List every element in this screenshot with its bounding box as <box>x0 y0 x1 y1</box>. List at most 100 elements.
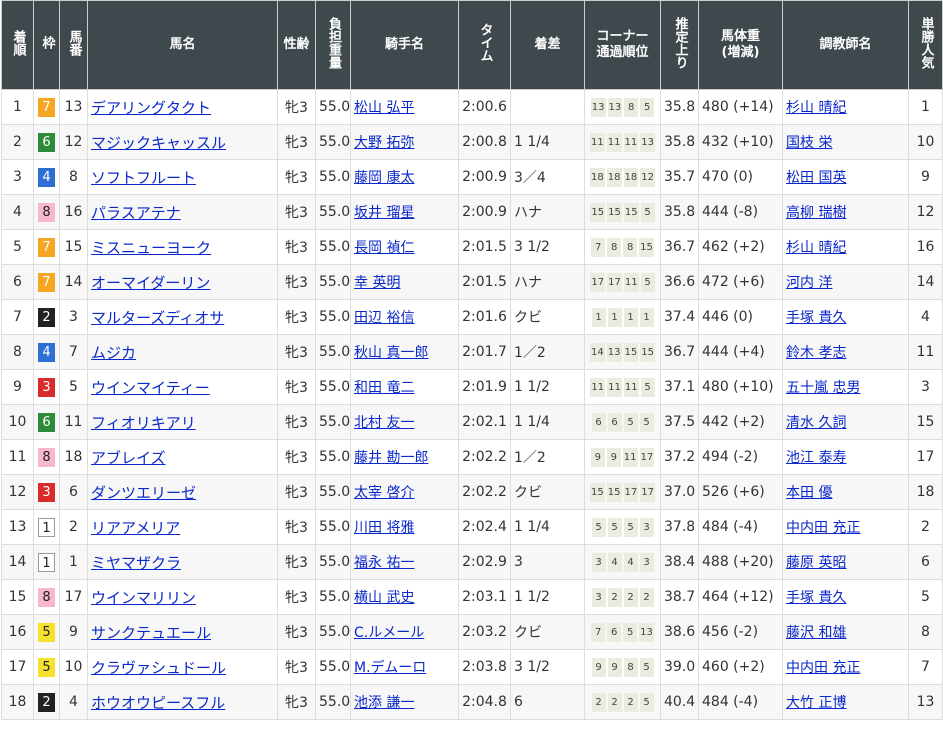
trainer-link[interactable]: 杉山 晴紀 <box>786 100 846 116</box>
last-3f-cell: 35.8 <box>660 194 699 230</box>
header-corner-positions: コーナー 通過順位 <box>584 0 661 90</box>
jockey-link[interactable]: 幸 英明 <box>354 275 400 291</box>
time-cell: 2:03.1 <box>458 579 511 615</box>
corner-positions-cell: 9 9 11 17 <box>584 439 661 475</box>
horse-link[interactable]: ウインマリリン <box>91 589 196 607</box>
trainer-link[interactable]: 本田 優 <box>786 485 832 501</box>
jockey-link[interactable]: 坂井 瑠星 <box>354 205 414 221</box>
jockey-link[interactable]: 横山 武史 <box>354 590 414 606</box>
rank-cell: 8 <box>1 334 34 370</box>
jockey-link[interactable]: 長岡 禎仁 <box>354 240 414 256</box>
umaban-cell: 17 <box>59 579 88 615</box>
jockey-link[interactable]: 大野 拓弥 <box>354 135 414 151</box>
trainer-cell: 松田 国英 <box>782 159 909 195</box>
horse-link[interactable]: ミヤマザクラ <box>91 554 181 572</box>
horse-name-cell: オーマイダーリン <box>87 264 278 300</box>
trainer-link[interactable]: 大竹 正博 <box>786 695 846 711</box>
time-cell: 2:01.9 <box>458 369 511 405</box>
corner-position: 2 <box>591 692 606 712</box>
jockey-link[interactable]: 北村 友一 <box>354 415 414 431</box>
corner-position: 18 <box>623 167 639 187</box>
trainer-link[interactable]: 中内田 充正 <box>786 520 860 536</box>
time-cell: 2:00.9 <box>458 194 511 230</box>
horse-link[interactable]: デアリングタクト <box>91 99 211 117</box>
trainer-link[interactable]: 鈴木 孝志 <box>786 345 846 361</box>
horse-link[interactable]: ムジカ <box>91 344 136 362</box>
trainer-cell: 中内田 充正 <box>782 649 909 685</box>
horse-link[interactable]: ダンツエリーゼ <box>91 484 196 502</box>
corner-position: 7 <box>591 237 606 257</box>
jockey-link[interactable]: C.ルメール <box>354 625 424 641</box>
trainer-link[interactable]: 手塚 貴久 <box>786 310 846 326</box>
horse-name-cell: サンクテュエール <box>87 614 278 650</box>
weight-carried-cell: 55.0 <box>315 404 351 440</box>
last-3f-cell: 38.6 <box>660 614 699 650</box>
header-last-3f: 推定上り <box>660 0 699 90</box>
jockey-link[interactable]: 松山 弘平 <box>354 100 414 116</box>
waku-badge: 3 <box>38 377 55 397</box>
trainer-link[interactable]: 中内田 充正 <box>786 660 860 676</box>
trainer-link[interactable]: 高柳 瑞樹 <box>786 205 846 221</box>
horse-link[interactable]: マルターズディオサ <box>91 309 224 327</box>
jockey-link[interactable]: 川田 将雅 <box>354 520 414 536</box>
body-weight-cell: 484 (-4) <box>698 509 783 545</box>
corner-positions-cell: 6655 <box>584 404 661 440</box>
table-row: 8 4 7 ムジカ 牝3 55.0 秋山 真一郎 2:01.7 1／2 14 13… <box>1 334 943 370</box>
jockey-cell: 大野 拓弥 <box>350 124 459 160</box>
horse-link[interactable]: マジックキャッスル <box>91 134 226 152</box>
jockey-link[interactable]: 池添 謙一 <box>354 695 414 711</box>
corner-position: 17 <box>623 482 639 502</box>
umaban-cell: 13 <box>59 89 88 125</box>
horse-link[interactable]: アブレイズ <box>91 449 166 467</box>
jockey-link[interactable]: 和田 竜二 <box>354 380 414 396</box>
trainer-link[interactable]: 松田 国英 <box>786 170 846 186</box>
trainer-link[interactable]: 清水 久詞 <box>786 415 846 431</box>
trainer-link[interactable]: 河内 洋 <box>786 275 832 291</box>
trainer-link[interactable]: 杉山 晴紀 <box>786 240 846 256</box>
horse-link[interactable]: ミスニューヨーク <box>91 239 211 257</box>
popularity-cell: 8 <box>908 614 943 650</box>
horse-link[interactable]: サンクテュエール <box>91 624 211 642</box>
jockey-link[interactable]: 太宰 啓介 <box>354 485 414 501</box>
popularity-cell: 4 <box>908 299 943 335</box>
horse-link[interactable]: リアアメリア <box>91 519 180 537</box>
trainer-link[interactable]: 手塚 貴久 <box>786 590 846 606</box>
trainer-link[interactable]: 池江 泰寿 <box>786 450 846 466</box>
body-weight-cell: 444 (+4) <box>698 334 783 370</box>
corner-position: 17 <box>590 272 606 292</box>
horse-link[interactable]: ウインマイティー <box>91 379 210 397</box>
margin-cell: 3 1/2 <box>510 649 585 685</box>
jockey-link[interactable]: 田辺 裕信 <box>354 310 414 326</box>
body-weight-cell: 470 (0) <box>698 159 783 195</box>
waku-badge: 4 <box>38 167 55 187</box>
last-3f-cell: 35.7 <box>660 159 699 195</box>
corner-position: 6 <box>607 622 622 642</box>
horse-link[interactable]: パラスアテナ <box>91 204 181 222</box>
horse-link[interactable]: ホウオウピースフル <box>91 694 225 712</box>
trainer-link[interactable]: 五十嵐 忠男 <box>786 380 860 396</box>
corner-positions: 7 6 5 13 <box>591 622 654 642</box>
trainer-link[interactable]: 藤沢 和雄 <box>786 625 846 641</box>
jockey-link[interactable]: 藤井 勘一郎 <box>354 450 428 466</box>
jockey-link[interactable]: M.デムーロ <box>354 660 426 676</box>
trainer-cell: 本田 優 <box>782 474 909 510</box>
trainer-cell: 藤沢 和雄 <box>782 614 909 650</box>
horse-link[interactable]: オーマイダーリン <box>91 274 210 292</box>
margin-cell: 1 1/4 <box>510 509 585 545</box>
table-header-row: 着順 枠 馬番 馬名 性齢 負担重量 騎手名 タイム 着差 コーナー 通過順位 … <box>1 0 943 90</box>
race-results-table: 着順 枠 馬番 馬名 性齢 負担重量 騎手名 タイム 着差 コーナー 通過順位 … <box>1 0 943 720</box>
corner-position: 15 <box>590 482 605 502</box>
jockey-link[interactable]: 藤岡 康太 <box>354 170 414 186</box>
weight-carried-cell: 55.0 <box>315 159 351 195</box>
corner-positions-cell: 14 13 15 15 <box>584 334 661 370</box>
trainer-link[interactable]: 藤原 英昭 <box>786 555 846 571</box>
horse-link[interactable]: クラヴァシュドール <box>91 659 226 677</box>
horse-link[interactable]: フィオリキアリ <box>91 414 196 432</box>
trainer-link[interactable]: 国枝 栄 <box>786 135 832 151</box>
waku-badge: 5 <box>38 657 55 677</box>
rank-cell: 14 <box>1 544 34 580</box>
last-3f-cell: 37.1 <box>660 369 699 405</box>
jockey-link[interactable]: 福永 祐一 <box>354 555 414 571</box>
horse-link[interactable]: ソフトフルート <box>91 169 196 187</box>
jockey-link[interactable]: 秋山 真一郎 <box>354 345 428 361</box>
